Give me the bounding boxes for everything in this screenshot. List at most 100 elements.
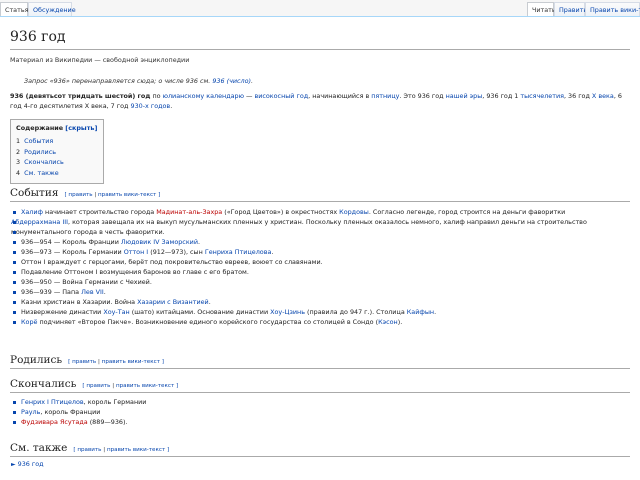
item-text: . [197,238,201,246]
see-also-link[interactable]: 936 год [18,460,44,468]
site-subtitle: Материал из Википедии — свободной энцикл… [10,56,190,64]
intro-text: . [170,102,173,110]
link-leap-year[interactable]: високосный год [254,92,308,100]
link[interactable]: Генрих I Птицелов [21,398,84,406]
list-item: Корё подчиняет «Второе Пэкче». Возникнов… [11,317,630,327]
link[interactable]: Людовик IV Заморский [121,238,198,246]
tab-edit-source[interactable]: Править вики-текст [585,2,640,16]
list-item: 936—973 — Король Германии Оттон I (912—9… [11,247,630,257]
item-text: (912—973), сын [148,248,205,256]
item-text: подчиняет «Второе Пэкче». Возникновение … [37,318,379,326]
item-text: . Согласно легенде, город строится на де… [368,208,566,216]
arrow-right-icon: ► [11,461,16,468]
list-item-continuation: монументального города в честь фаворитки… [11,227,630,237]
events-list: Халиф начинает строительство города Мади… [11,207,630,327]
section-edit-links: [ править | править вики-текст ] [68,359,164,365]
list-item: Халиф начинает строительство города Мади… [11,207,630,217]
link-julian-calendar[interactable]: юлианскому календарю [163,92,244,100]
hatnote-text: Запрос «936» перенаправляется сюда; о чи… [24,77,211,85]
article-content: 936 год Материал из Википедии — свободно… [0,16,640,480]
section-title: См. также [10,442,68,454]
link[interactable]: Кэсон [378,318,398,326]
redlink[interactable]: Мадинат-аль-Захра [156,208,222,216]
toc-item[interactable]: 1 События [16,136,97,147]
section-heading-events: События [ править | править вики-текст ] [10,187,630,202]
item-text: Казни христиан в Хазарии. Война [21,298,138,306]
toc-item[interactable]: 2 Родились [16,147,97,158]
link[interactable]: Хоу-Цзинь [270,308,305,316]
link-millennium[interactable]: тысячелетия [520,92,564,100]
toc-item-label[interactable]: Скончались [24,158,64,166]
link[interactable]: Корё [21,318,37,326]
link[interactable]: Хоу-Тан [103,308,129,316]
toc-item-number: 4 [16,168,21,177]
edit-section-link[interactable]: [ править [64,192,92,198]
link[interactable]: Кайфын [407,308,434,316]
item-text: 936—973 — Король Германии [21,248,124,256]
intro-bold: 936 (девятьсот тридцать шестой) год [10,92,151,100]
list-item: Генрих I Птицелов, король Германии [11,397,630,407]
link-friday[interactable]: пятницу [371,92,399,100]
section-edit-links: [ править | править вики-текст ] [73,447,169,453]
intro-paragraph: 936 (девятьсот тридцать шестой) год по ю… [10,91,630,111]
toc-header: Содержание [скрыть] [16,124,97,132]
tab-edit[interactable]: Править [554,2,587,16]
intro-text: , 936 год 1 [482,92,521,100]
edit-source-link[interactable]: править вики-текст ] [116,383,178,389]
hatnote-link[interactable]: 936 (число) [212,77,251,85]
section-heading-died: Скончались [ править | править вики-текст… [10,378,630,393]
item-text: 936—954 — Король Франции [21,238,121,246]
link[interactable]: Хазарии с Византией [137,298,209,306]
toc-item-label[interactable]: См. также [24,169,59,177]
list-item: Низвержение династии Хоу-Тан (шато) кита… [11,307,630,317]
edit-source-link[interactable]: править вики-текст ] [107,447,169,453]
link-930s[interactable]: 930-х годов [131,102,171,110]
toc-item[interactable]: 3 Скончались [16,157,97,168]
item-text: . [208,298,211,306]
tab-article[interactable]: Статья [0,2,28,16]
link[interactable]: Оттон I [124,248,148,256]
link-10th-century[interactable]: X века [592,92,614,100]
list-item: Подавление Оттоном I возмущения баронов … [11,267,630,277]
toc-item-label[interactable]: События [24,137,53,145]
hatnote: Запрос «936» перенаправляется сюда; о чи… [24,77,630,85]
link[interactable]: Лев VII [81,288,104,296]
edit-source-link[interactable]: править вики-текст ] [98,192,160,198]
item-text: . [434,308,437,316]
intro-text: — [243,92,255,100]
hatnote-suffix: . [251,77,254,85]
died-list: Генрих I Птицелов, король Германии Рауль… [11,397,630,427]
toc-item-number: 1 [16,137,21,145]
section-title: Родились [10,354,63,366]
table-of-contents: Содержание [скрыть] 1 События 2 Родились… [10,119,105,184]
tab-discussion[interactable]: Обсуждение [28,2,76,16]
link-common-era[interactable]: нашей эры [446,92,483,100]
section-edit-links: [ править | править вики-текст ] [64,192,160,198]
item-text: (889—936). [87,418,128,426]
list-item: Казни христиан в Хазарии. Война Хазарии … [11,297,630,307]
edit-section-link[interactable]: [ править [68,359,96,365]
link[interactable]: Абдеррахмана III [11,218,68,226]
link[interactable]: Рауль [21,408,40,416]
item-text: . [103,288,106,296]
intro-text: . Это 936 год [399,92,446,100]
link[interactable]: Кордовы [339,208,369,216]
tab-read[interactable]: Читать [527,2,556,16]
toc-item-label[interactable]: Родились [24,148,56,156]
redlink[interactable]: Фудзивара Ясутада [21,418,88,426]
list-item: Рауль, король Франции [11,407,630,417]
toc-toggle[interactable]: [скрыть] [65,124,97,132]
edit-source-link[interactable]: править вики-текст ] [102,359,164,365]
see-also-item: ► 936 год [11,460,44,468]
list-item: 936—939 — Папа Лев VII. [11,287,630,297]
edit-section-link[interactable]: [ править [73,447,101,453]
list-item: 936—950 — Война Германии с Чехией. [11,277,630,287]
edit-section-link[interactable]: [ править [82,383,110,389]
link[interactable]: Халиф [21,208,43,216]
item-text: , король Франции [40,408,101,416]
item-text: . [271,248,274,256]
link[interactable]: Генриха Птицелова [205,248,272,256]
toc-item[interactable]: 4 См. также [16,168,97,179]
item-text: 936—939 — Папа [21,288,82,296]
tab-bar: Статья Обсуждение Читать Править Править… [0,0,640,16]
